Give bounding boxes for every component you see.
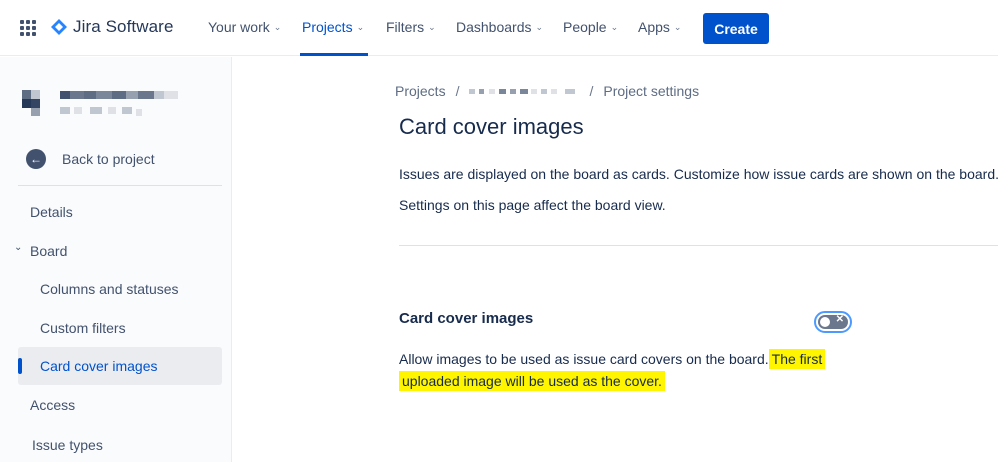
card-cover-toggle[interactable]: ✕: [814, 311, 852, 333]
selected-indicator: [18, 358, 22, 374]
jira-logo-icon: [51, 19, 67, 35]
project-sidebar: ← Back to project Details ⌄ Board Column…: [0, 57, 232, 462]
sidebar-item-access[interactable]: Access: [30, 397, 75, 413]
highlighted-text: The first: [768, 349, 826, 369]
toggle-track: ✕: [818, 314, 848, 329]
app-switcher-icon[interactable]: [20, 20, 36, 36]
chevron-down-icon: ⌄: [273, 21, 282, 32]
nav-people-label: People: [563, 19, 607, 35]
back-to-project-link[interactable]: ← Back to project: [18, 147, 222, 171]
top-navigation: Jira Software Your work ⌄ Projects ⌄ Filte…: [0, 0, 998, 56]
sidebar-divider: [18, 185, 222, 186]
nav-your-work-label: Your work: [208, 19, 270, 35]
create-button[interactable]: Create: [703, 13, 769, 44]
main-content: Projects / / Project settings Card cover…: [233, 57, 998, 462]
sidebar-item-custom-filters[interactable]: Custom filters: [40, 320, 126, 336]
sidebar-item-issue-types[interactable]: Issue types: [32, 437, 103, 453]
nav-people[interactable]: People ⌄: [563, 19, 618, 35]
nav-apps[interactable]: Apps ⌄: [638, 19, 681, 35]
sidebar-item-columns-and-statuses[interactable]: Columns and statuses: [40, 281, 179, 297]
breadcrumb-projects[interactable]: Projects: [395, 83, 446, 99]
breadcrumb-project-settings[interactable]: Project settings: [603, 83, 699, 99]
section-divider: [399, 245, 998, 246]
arrow-left-icon: ←: [26, 149, 46, 169]
settings-note: Settings on this page affect the board v…: [399, 197, 666, 213]
description-text: Allow images to be used as issue card co…: [399, 351, 769, 367]
breadcrumb-separator: /: [455, 83, 460, 99]
project-avatar: [22, 90, 40, 116]
nav-apps-label: Apps: [638, 19, 670, 35]
chevron-down-icon: ⌄: [535, 21, 544, 32]
card-cover-section-title: Card cover images: [399, 310, 534, 327]
nav-filters[interactable]: Filters ⌄: [386, 19, 436, 35]
jira-logo[interactable]: Jira Software: [50, 17, 174, 37]
sidebar-item-board[interactable]: Board: [30, 243, 67, 259]
breadcrumb-project-redacted[interactable]: [469, 86, 579, 96]
nav-your-work[interactable]: Your work ⌄: [208, 19, 281, 35]
chevron-down-icon: ⌄: [356, 21, 365, 32]
toggle-knob: [820, 317, 830, 327]
nav-projects[interactable]: Projects ⌄: [302, 19, 364, 35]
chevron-down-icon[interactable]: ⌄: [14, 242, 22, 253]
close-icon: ✕: [835, 314, 844, 325]
brand-name: Jira Software: [73, 17, 174, 36]
page-title: Card cover images: [399, 114, 584, 139]
sidebar-item-details[interactable]: Details: [30, 204, 73, 220]
chevron-down-icon: ⌄: [673, 21, 682, 32]
sidebar-item-card-cover-images[interactable]: Card cover images: [18, 347, 222, 385]
chevron-down-icon: ⌄: [610, 21, 619, 32]
nav-dashboards-label: Dashboards: [456, 19, 532, 35]
chevron-down-icon: ⌄: [428, 21, 436, 32]
breadcrumb: Projects / / Project settings: [395, 83, 699, 99]
card-cover-description: Allow images to be used as issue card co…: [399, 348, 869, 392]
nav-filters-label: Filters: [386, 19, 425, 35]
nav-projects-label: Projects: [302, 19, 353, 35]
nav-dashboards[interactable]: Dashboards ⌄: [456, 19, 543, 35]
breadcrumb-separator: /: [589, 83, 594, 99]
highlighted-text: uploaded image will be used as the cover…: [399, 371, 665, 391]
back-to-project-label: Back to project: [62, 151, 155, 167]
intro-text: Issues are displayed on the board as car…: [399, 166, 998, 182]
project-name-redacted: [60, 91, 178, 116]
active-nav-indicator: [300, 53, 368, 56]
sidebar-item-label: Card cover images: [40, 358, 158, 374]
